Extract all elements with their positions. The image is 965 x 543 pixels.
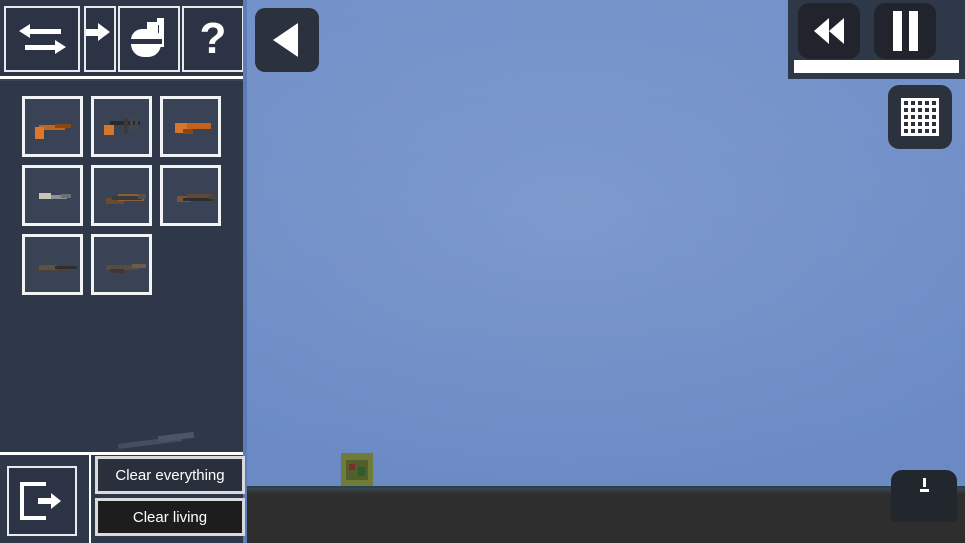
playback-panel [788, 0, 965, 79]
sidebar-toolbar: ? [0, 0, 247, 79]
exit-door-icon [20, 482, 64, 520]
weapon-thumbnail [94, 168, 149, 223]
weapon-thumbnail [94, 99, 149, 154]
exit-button[interactable] [7, 466, 77, 536]
weapon-slot-submachine[interactable] [22, 165, 83, 226]
ground-highlight [247, 488, 965, 494]
back-triangle-icon [273, 23, 298, 57]
pause-icon [892, 11, 918, 51]
swap-arrows-icon [19, 19, 66, 59]
grid-icon [901, 98, 939, 136]
rewind-icon [814, 18, 844, 44]
weapon-slot-pistol[interactable] [22, 96, 83, 157]
clear-everything-button[interactable]: Clear everything [95, 456, 245, 494]
crate-detail-red [349, 464, 355, 470]
ground-plane [247, 486, 965, 543]
weapon-preview-ghost [117, 431, 198, 449]
swap-button[interactable] [4, 6, 80, 72]
grenade-icon [129, 17, 169, 61]
help-button[interactable]: ? [182, 6, 244, 72]
playback-controls [798, 3, 958, 59]
weapon-inventory-grid [22, 96, 222, 295]
grid-toggle-button[interactable] [888, 85, 952, 149]
clear-actions-panel: Clear everything Clear living [89, 452, 247, 543]
toolbar-divider-shadow [0, 79, 247, 81]
pause-button[interactable] [874, 3, 936, 59]
arrow-right-icon [86, 21, 112, 45]
weapon-slot-smg[interactable] [91, 96, 152, 157]
question-mark-icon: ? [199, 14, 227, 63]
export-button[interactable] [891, 470, 957, 522]
weapon-thumbnail [94, 237, 149, 292]
clear-living-button[interactable]: Clear living [95, 498, 245, 536]
weapon-slot-sawed-off[interactable] [160, 96, 221, 157]
weapon-thumbnail [163, 99, 218, 154]
weapon-slot-rifle[interactable] [91, 165, 152, 226]
weapon-slot-sniper[interactable] [22, 234, 83, 295]
crate-detail-green [358, 467, 365, 476]
weapon-thumbnail [163, 168, 218, 223]
weapon-thumbnail [25, 99, 80, 154]
next-button[interactable] [84, 6, 116, 72]
download-icon [919, 478, 929, 492]
crate-prop[interactable] [337, 453, 377, 487]
grenade-button[interactable] [118, 6, 180, 72]
game-canvas[interactable] [247, 0, 965, 543]
weapon-thumbnail [25, 168, 80, 223]
weapon-slot-carbine[interactable] [160, 165, 221, 226]
back-button[interactable] [255, 8, 319, 72]
speed-slider[interactable] [794, 60, 959, 73]
weapon-thumbnail [25, 237, 80, 292]
rewind-button[interactable] [798, 3, 860, 59]
weapon-slot-marksman[interactable] [91, 234, 152, 295]
